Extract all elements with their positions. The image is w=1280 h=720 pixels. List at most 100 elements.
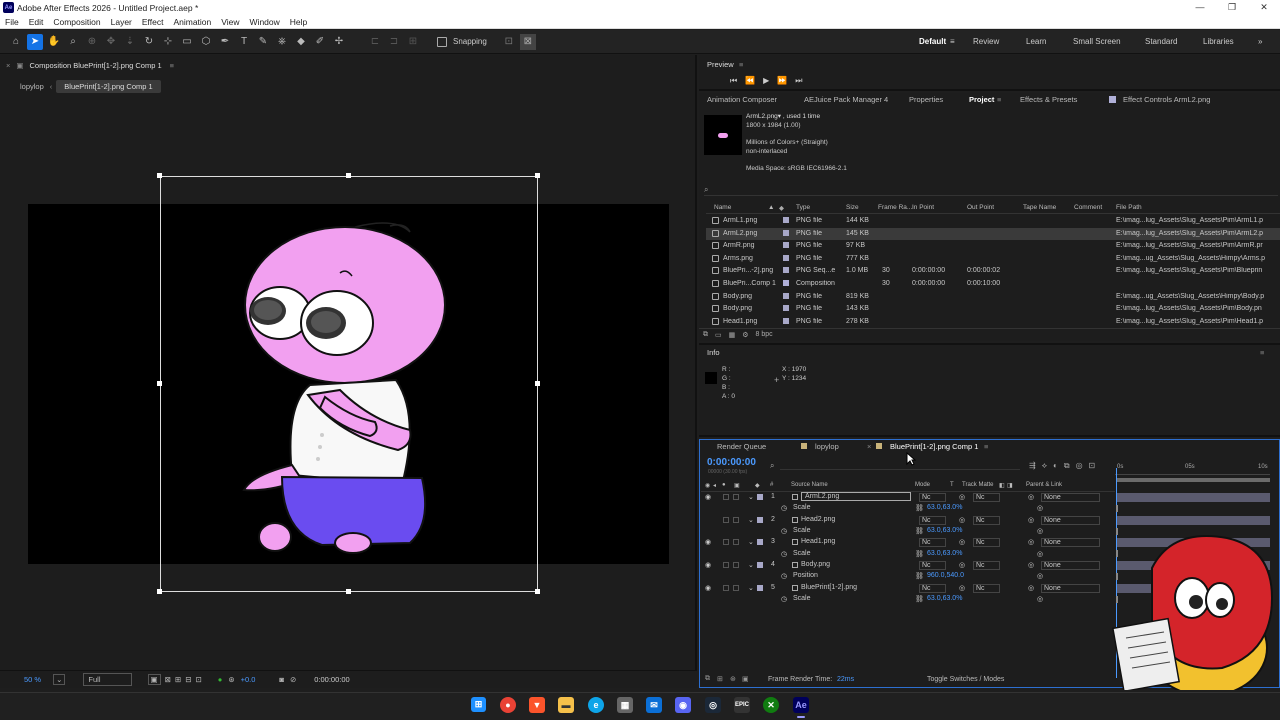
label-color-icon[interactable]	[783, 242, 789, 249]
transform-handle[interactable]	[346, 173, 351, 178]
show-snapshot-icon[interactable]: ⊘	[290, 675, 296, 684]
snapping-checkbox[interactable]	[437, 36, 447, 47]
stopwatch-icon[interactable]: ◷	[781, 527, 787, 535]
lock-checkbox[interactable]	[733, 494, 739, 500]
exposure-value[interactable]: +0.0	[241, 675, 256, 684]
label-color-icon[interactable]	[783, 305, 789, 312]
selection-tool-icon[interactable]: ➤	[27, 33, 43, 50]
sort-arrow-icon[interactable]: ▲	[768, 204, 774, 211]
mask-visibility-icon[interactable]: ⊡	[195, 675, 201, 684]
label-color-icon[interactable]	[783, 229, 789, 236]
layer-property-row[interactable]: ◷ Position ⛓ 960.0,540.0 ◎	[701, 571, 1115, 582]
layer-duration-bar[interactable]	[1117, 493, 1270, 502]
home-icon[interactable]: ⌂	[8, 34, 24, 50]
tab-animation-composer[interactable]: Animation Composer	[707, 95, 777, 104]
anchor-point-tool-icon[interactable]: ⊹	[160, 34, 176, 50]
parent-pickwhip-icon[interactable]: ◎	[1028, 493, 1034, 501]
align-right-icon[interactable]: ⊞	[405, 34, 421, 50]
layer-row[interactable]: ◉ ⌄ 3 Head1.png Nc ◎ Nc ◎ None	[701, 537, 1115, 548]
menu-layer[interactable]: Layer	[106, 17, 137, 27]
parent-pickwhip-icon[interactable]: ◎	[1028, 584, 1034, 592]
track-matte-dropdown[interactable]: Nc	[973, 515, 1000, 525]
zoom-value[interactable]: 50 %	[24, 675, 41, 684]
blend-mode-dropdown[interactable]: Nc	[919, 493, 946, 502]
timeline-search-icon[interactable]: ⌕	[770, 461, 774, 471]
label-color-icon[interactable]	[757, 516, 763, 523]
layer-name[interactable]: Head2.png	[801, 516, 835, 523]
expand-in-out-icon[interactable]: ⊛	[730, 675, 736, 683]
workspace-default[interactable]: Default	[919, 37, 946, 46]
interpret-footage-icon[interactable]: ⧉	[703, 331, 708, 339]
menu-animation[interactable]: Animation	[168, 17, 216, 27]
track-matte-link-icon[interactable]: ◎	[959, 584, 965, 592]
column-file-path[interactable]: File Path	[1116, 204, 1142, 211]
dolly-camera-icon[interactable]: ⇣	[122, 34, 138, 50]
transparency-grid-icon[interactable]: ⊠	[165, 675, 171, 684]
panel-menu-icon[interactable]: ≡	[1260, 348, 1264, 357]
label-color-icon[interactable]	[783, 280, 789, 286]
snap-grid-icon[interactable]: ⊠	[519, 33, 536, 50]
edge-icon[interactable]: e	[588, 697, 604, 713]
layer-name[interactable]: Head1.png	[801, 538, 835, 545]
roto-brush-icon[interactable]: ✐	[312, 34, 328, 50]
project-search-input[interactable]: ⌕	[704, 185, 1278, 196]
stopwatch-icon[interactable]: ◷	[781, 550, 787, 558]
next-frame-icon[interactable]: ⏩	[777, 76, 787, 86]
tab-aejuice[interactable]: AEJuice Pack Manager 4	[804, 95, 888, 104]
workspace-learn[interactable]: Learn	[1026, 37, 1046, 46]
close-tab-icon[interactable]: ×	[6, 61, 10, 70]
menu-window[interactable]: Window	[245, 17, 285, 27]
visibility-eye-icon[interactable]: ◉	[705, 493, 711, 501]
layer-property-row[interactable]: ◷ Scale ⛓ 63.0,63.0% ◎	[701, 594, 1115, 605]
rotate-tool-icon[interactable]: ↻	[141, 34, 157, 50]
3d-shape-icon[interactable]: ⬡	[198, 34, 214, 50]
layer-property-row[interactable]: ◷ Scale ⛓ 63.0,63.0% ◎	[701, 526, 1115, 537]
tab-blueprint-comp[interactable]: BluePrint[1-2].png Comp 1	[890, 442, 978, 451]
timeline-search-input[interactable]	[780, 459, 1020, 470]
last-frame-icon[interactable]: ⏭	[795, 76, 802, 86]
blend-mode-dropdown[interactable]: Nc	[919, 515, 946, 525]
xbox-icon[interactable]: ✕	[763, 697, 779, 713]
solo-checkbox[interactable]	[723, 516, 729, 523]
label-color-icon[interactable]	[783, 254, 789, 261]
work-area-bar[interactable]	[1117, 478, 1270, 482]
region-of-interest-icon[interactable]: ▣	[147, 674, 161, 685]
project-item-row[interactable]: ArmL1.png PNG file 144 KB E:\imag...lug_Ass…	[706, 215, 1280, 228]
current-time[interactable]: 0:00:00:00	[314, 675, 349, 684]
project-item-row[interactable]: Body.png PNG file 143 KB E:\imag...lug_Asse…	[706, 303, 1280, 316]
column-mode[interactable]: Mode	[915, 482, 930, 488]
windows-start-icon[interactable]: ⊞	[471, 697, 486, 712]
tab-effects-presets[interactable]: Effects & Presets	[1020, 95, 1077, 104]
lock-icon[interactable]: ▣	[16, 61, 23, 70]
chrome-icon[interactable]: ●	[500, 697, 516, 713]
column-frame-rate[interactable]: Frame Ra...	[878, 204, 912, 211]
tab-effect-controls[interactable]: Effect Controls ArmL2.png	[1123, 95, 1210, 104]
project-item-row[interactable]: Body.png PNG file 819 KB E:\imag...ug_Asset…	[706, 291, 1280, 304]
comp-mini-flowchart-icon[interactable]: ⇶	[1029, 461, 1036, 471]
maximize-button[interactable]: ❐	[1216, 0, 1248, 15]
track-matte-dropdown[interactable]: Nc	[973, 583, 1000, 593]
project-item-row[interactable]: ArmR.png PNG file 97 KB E:\imag...lug_Asset…	[706, 240, 1280, 253]
eraser-tool-icon[interactable]: ◆	[293, 34, 309, 50]
expand-layer-icon[interactable]: ⌄	[748, 493, 754, 501]
panel-menu-icon[interactable]: ≡	[170, 61, 174, 70]
timeline-timecode[interactable]: 0:00:00:00	[707, 457, 756, 468]
3d-view-icon[interactable]: ⊞	[175, 675, 181, 684]
steam-icon[interactable]: ◎	[705, 697, 721, 713]
column-in-point[interactable]: In Point	[912, 204, 934, 211]
layer-row[interactable]: ◉ ⌄ 5 BluePrint[1-2].png Nc ◎ Nc ◎ None	[701, 583, 1115, 594]
parent-pickwhip-icon[interactable]: ◎	[1028, 516, 1034, 524]
workspace-review[interactable]: Review	[973, 37, 999, 46]
transform-handle[interactable]	[157, 589, 162, 594]
visibility-eye-icon[interactable]: ◉	[705, 538, 711, 546]
workspace-standard[interactable]: Standard	[1145, 37, 1177, 46]
menu-file[interactable]: File	[0, 17, 24, 27]
property-value[interactable]: 63.0,63.0%	[927, 595, 962, 602]
menu-edit[interactable]: Edit	[24, 17, 49, 27]
shy-layers-icon[interactable]: ◐	[1053, 461, 1058, 471]
bit-depth[interactable]: 8 bpc	[756, 331, 773, 338]
constrain-proportions-icon[interactable]: ⛓	[915, 504, 924, 512]
parent-dropdown[interactable]: None	[1041, 561, 1100, 571]
blend-mode-dropdown[interactable]: Nc	[919, 561, 946, 571]
guides-icon[interactable]: ⊟	[185, 675, 191, 684]
